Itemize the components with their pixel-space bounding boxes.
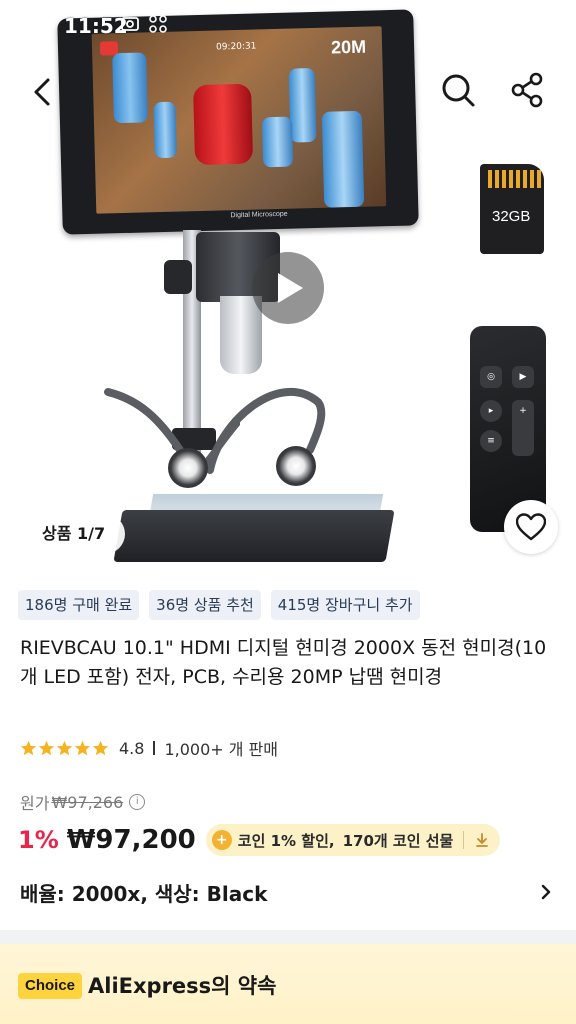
coin-icon: +: [211, 830, 232, 850]
variant-label: 배율: 2000x, 색상: Black: [20, 881, 268, 906]
original-price-label: 원가: [20, 794, 50, 813]
monitor-screen: 09:20:31 20M: [91, 26, 387, 214]
rating-value: 4.8: [119, 738, 145, 758]
image-counter: 상품 1/7: [22, 514, 126, 554]
original-price-row: 원가 ₩97,266 i: [20, 790, 146, 814]
status-icons: [120, 14, 168, 34]
share-icon: [511, 72, 543, 108]
capacitor-shape: [153, 101, 177, 159]
divider: [463, 831, 465, 849]
status-time: 11:52: [64, 14, 128, 38]
back-button[interactable]: [22, 70, 66, 114]
video-icon: ▶: [512, 366, 534, 388]
led-lamp-right: [276, 446, 316, 486]
search-icon: [442, 74, 475, 107]
red-capacitor-shape: [193, 83, 254, 166]
price-row: 1% ₩97,200 + 코인 1% 할인, 170개 코인 선물: [18, 820, 501, 860]
status-bar: 11:52: [0, 0, 576, 54]
zoom-rocker-icon: +: [512, 400, 534, 456]
play-video-button[interactable]: [252, 252, 324, 324]
stand-base: [113, 510, 395, 562]
menu-icon: ≡: [480, 430, 502, 452]
focus-knob: [164, 260, 192, 294]
choice-badge: Choice: [18, 973, 83, 999]
original-price: ₩97,266: [51, 792, 124, 812]
star-icon: [56, 740, 73, 755]
wishlist-button[interactable]: [504, 500, 558, 554]
star-icon: [38, 740, 55, 755]
sold-count: 1,000+ 개 판매: [164, 740, 278, 759]
capacitor-shape: [261, 116, 294, 168]
heart-icon: [516, 513, 546, 541]
coin-discount: 코인 1% 할인,: [237, 831, 335, 850]
search-button[interactable]: [436, 68, 480, 112]
chip-added-to-cart: 415명 장바구니 추가: [270, 590, 420, 620]
variant-selector[interactable]: 배율: 2000x, 색상: Black: [20, 874, 556, 910]
info-icon[interactable]: i: [129, 794, 146, 810]
share-button[interactable]: [506, 68, 550, 112]
monitor-label: Digital Microscope: [230, 210, 288, 220]
capacitor-shape: [321, 110, 365, 208]
microscope-lens: [220, 296, 262, 374]
separator: [153, 741, 156, 755]
rating-stars: [20, 740, 109, 757]
grid-icon: [148, 14, 168, 34]
rating-row[interactable]: 4.8 1,000+ 개 판매: [20, 736, 278, 760]
current-price: ₩97,200: [66, 825, 196, 855]
chevron-right-icon: [541, 884, 551, 900]
discount-percent: 1%: [18, 826, 59, 854]
chevron-left-icon: [34, 78, 50, 106]
product-title[interactable]: RIEVBCAU 10.1" HDMI 디지털 현미경 2000X 동전 현미경…: [20, 634, 550, 692]
coin-promotion[interactable]: + 코인 1% 할인, 170개 코인 선물: [205, 824, 501, 856]
sd-card-thumbnail: 32GB: [480, 164, 544, 254]
star-icon: [74, 740, 91, 755]
social-proof-chips: 186명 구매 완료 36명 상품 추천 415명 장바구니 추가: [18, 590, 420, 620]
download-icon: [476, 833, 489, 847]
camera-icon: ◎: [480, 366, 502, 388]
star-icon: [20, 740, 37, 755]
capacitor-shape: [112, 52, 148, 124]
section-divider: [0, 930, 576, 944]
capacitor-shape: [288, 67, 317, 143]
chip-purchased: 186명 구매 완료: [18, 590, 140, 620]
led-lamp-left: [168, 448, 208, 488]
star-icon: [92, 740, 109, 755]
promise-title: AliExpress의 약속: [88, 974, 277, 998]
aliexpress-promise-banner[interactable]: Choice AliExpress의 약속: [0, 944, 576, 1024]
coin-gift: 170개 코인 선물: [342, 831, 454, 850]
screenshot-icon: [120, 14, 140, 34]
play-icon: ▸: [480, 400, 502, 422]
chip-recommended: 36명 상품 추천: [149, 590, 261, 620]
play-icon: [278, 273, 303, 303]
product-image-gallery[interactable]: 11:52 09:20:31 20M Digital Microscope 32…: [0, 0, 576, 575]
sd-card-label: 32GB: [492, 208, 531, 225]
